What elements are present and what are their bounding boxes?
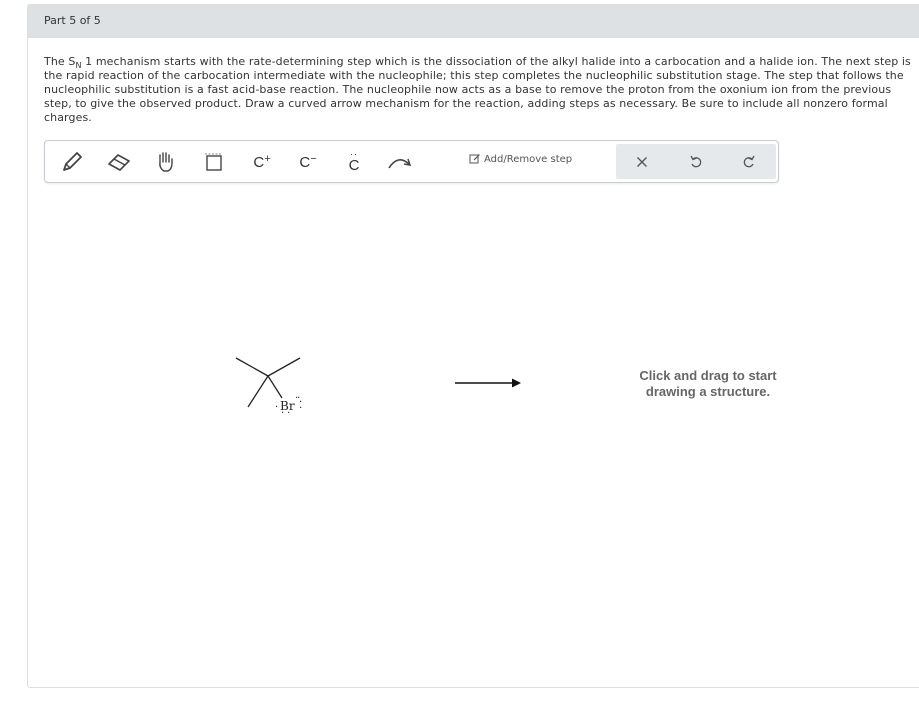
hand-icon[interactable] bbox=[153, 148, 179, 176]
action-group bbox=[616, 144, 776, 179]
add-remove-step-button[interactable]: Add/Remove step bbox=[469, 153, 572, 165]
carbanion-charge: − bbox=[310, 153, 317, 165]
hint-line-2: drawing a structure. bbox=[645, 384, 771, 399]
drawing-canvas[interactable] bbox=[44, 190, 914, 680]
carbocation-tool[interactable]: C + bbox=[249, 148, 275, 176]
carbocation-atom: C bbox=[253, 153, 265, 171]
lone-pair-left: · bbox=[275, 402, 279, 413]
carbocation-charge: + bbox=[264, 153, 271, 165]
select-box-icon[interactable] bbox=[201, 148, 227, 176]
question-text: The SN 1 mechanism starts with the rate-… bbox=[44, 55, 914, 125]
curved-arrow-icon[interactable] bbox=[385, 148, 415, 176]
eraser-icon[interactable] bbox=[105, 148, 133, 176]
lone-pair-tool[interactable]: ·· C bbox=[341, 148, 367, 176]
lone-pair-bottom: ·· bbox=[281, 408, 294, 419]
hint-line-1: Click and drag to start bbox=[639, 368, 777, 383]
drawing-toolbar: C + C − ·· C Add/Remove step bbox=[44, 140, 779, 183]
undo-icon[interactable] bbox=[676, 144, 716, 179]
bromine-atom[interactable]: · Br ·· · · ·· bbox=[275, 393, 302, 419]
redo-icon[interactable] bbox=[729, 144, 769, 179]
pencil-icon[interactable] bbox=[59, 148, 85, 176]
reaction-arrow bbox=[455, 378, 521, 388]
carbanion-tool[interactable]: C − bbox=[295, 148, 321, 176]
part-label: Part 5 of 5 bbox=[44, 14, 101, 27]
carbanion-atom: C bbox=[299, 153, 311, 171]
reactant-molecule[interactable] bbox=[230, 350, 310, 420]
edit-icon bbox=[469, 154, 480, 164]
lone-pair-atom: C bbox=[348, 156, 360, 174]
question-intro: The S bbox=[44, 55, 76, 68]
drawing-hint: Click and drag to start drawing a struct… bbox=[608, 368, 808, 400]
lone-pair-right: · · bbox=[299, 397, 303, 414]
add-remove-step-label: Add/Remove step bbox=[484, 153, 573, 165]
close-icon[interactable] bbox=[622, 144, 662, 179]
question-body: 1 mechanism starts with the rate-determi… bbox=[44, 55, 911, 124]
part-header: Part 5 of 5 bbox=[28, 5, 919, 38]
